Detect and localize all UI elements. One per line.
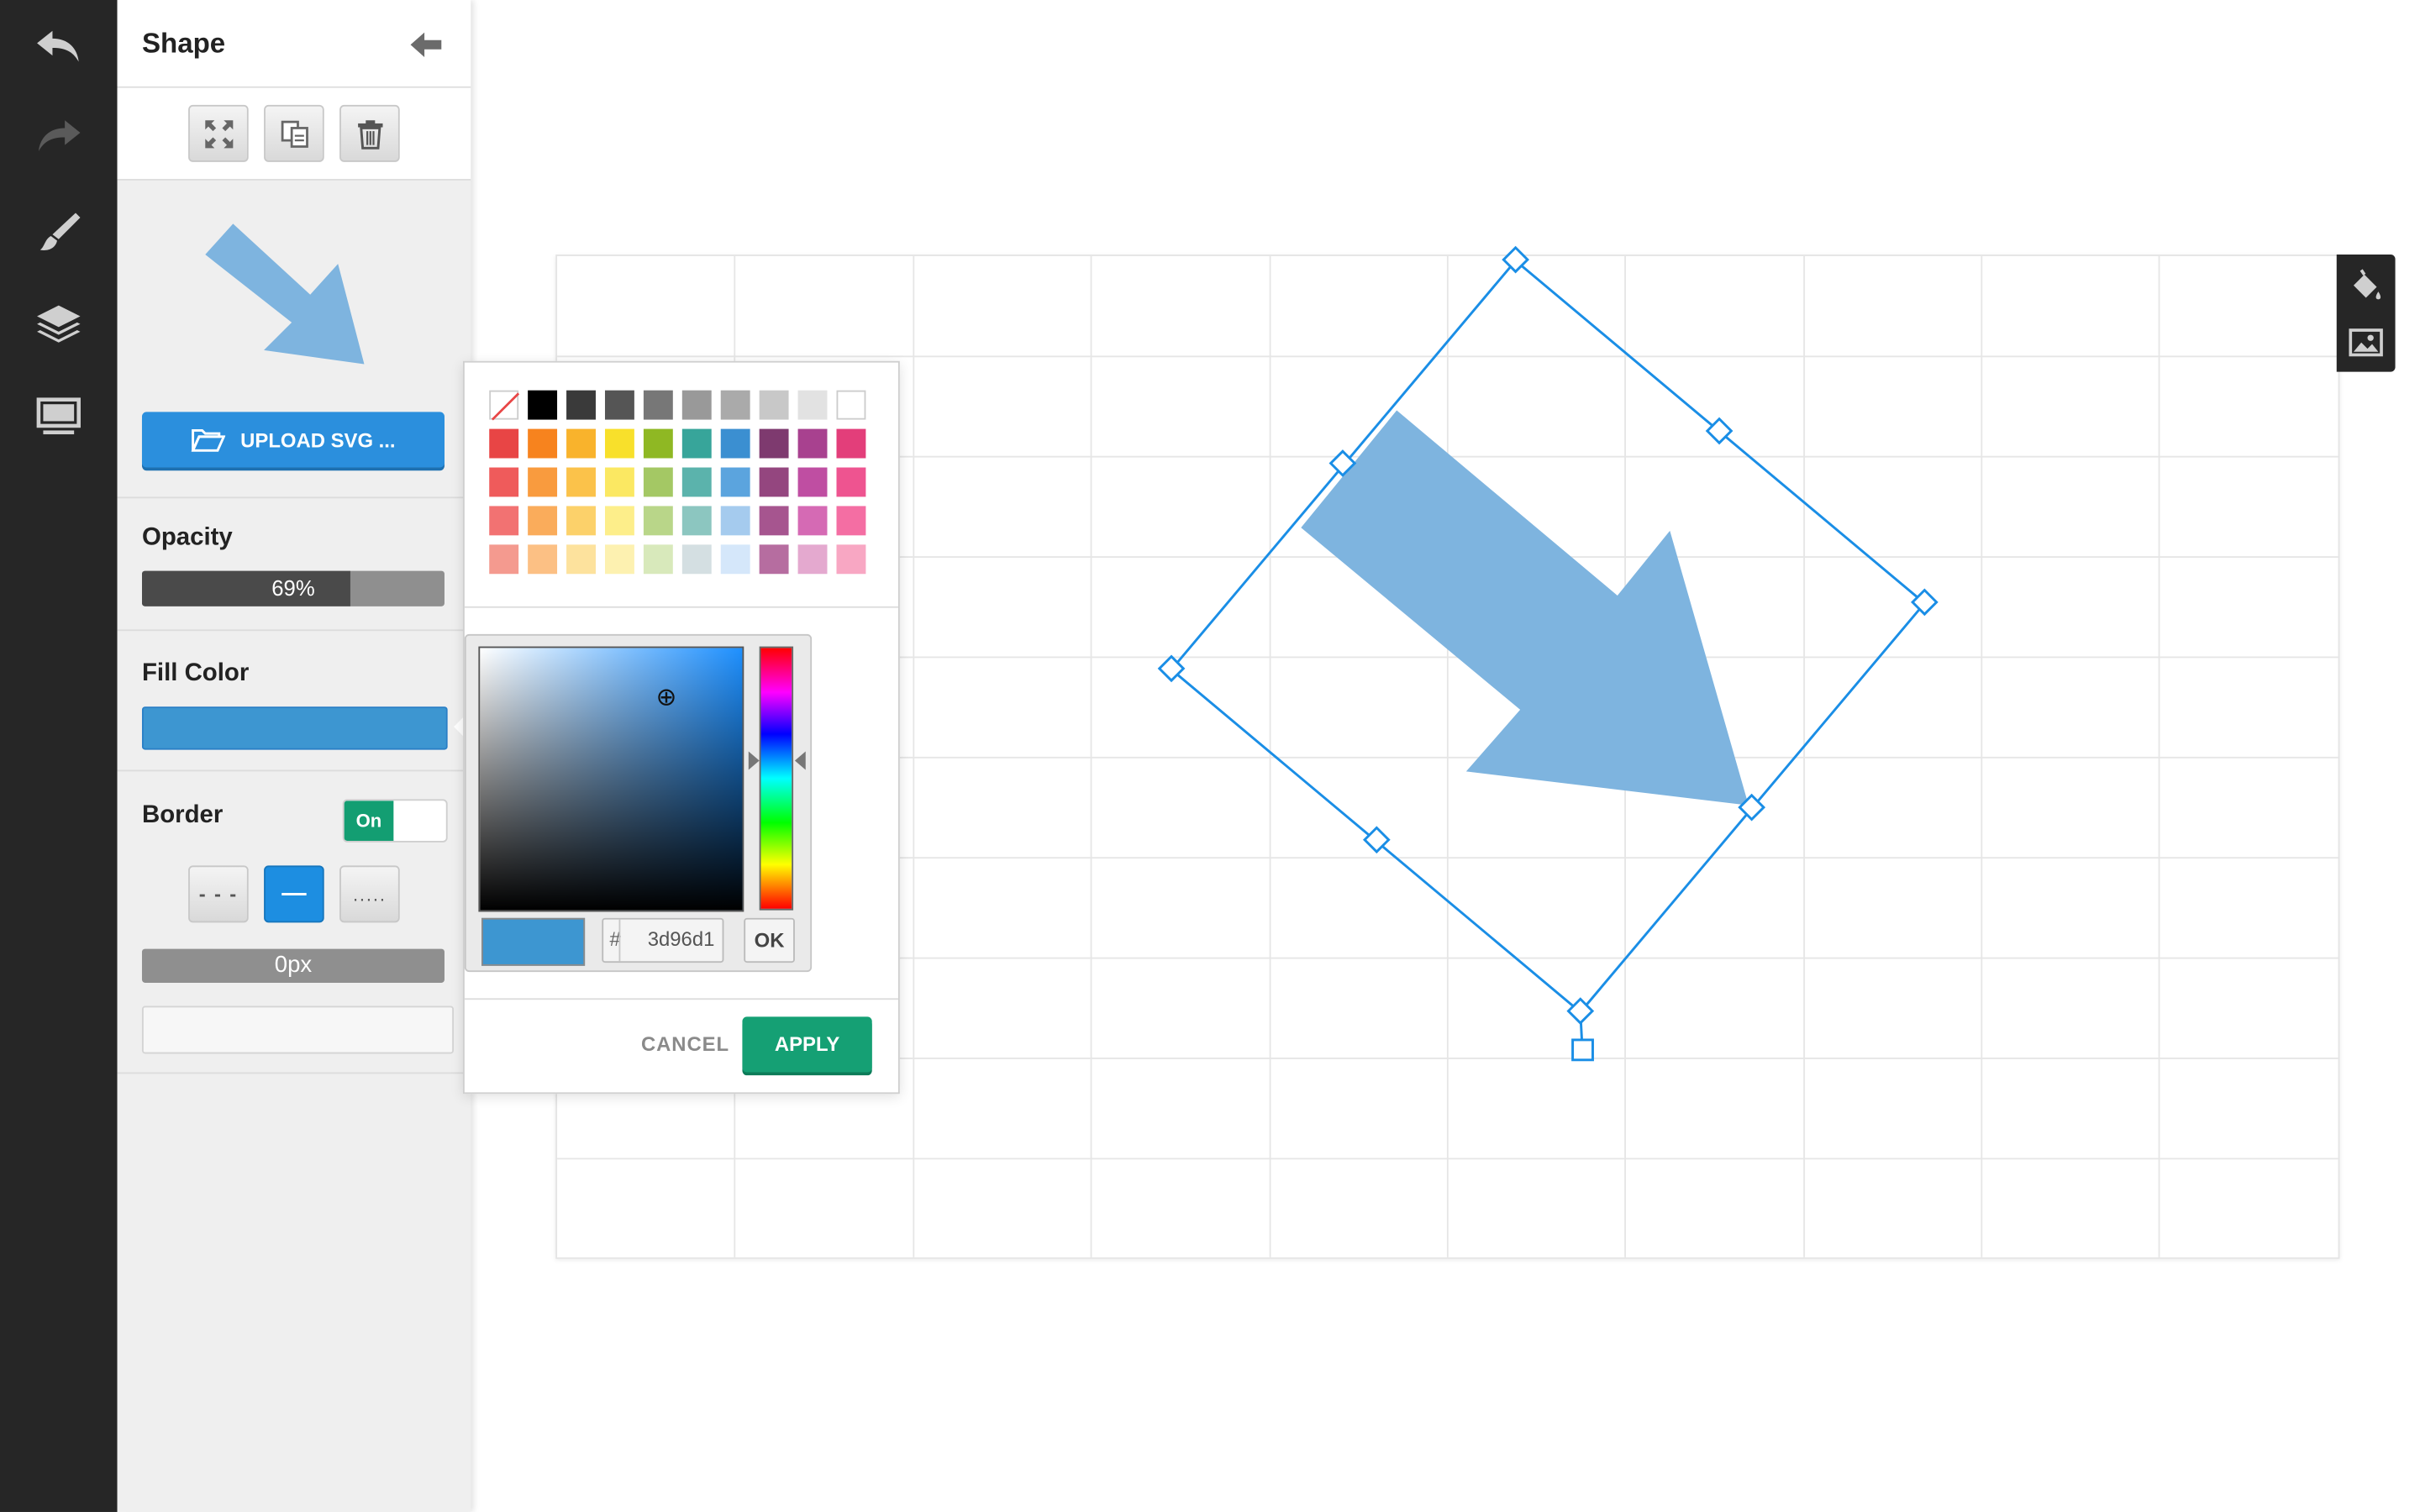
color-swatch[interactable]: [836, 428, 866, 459]
saturation-value-area[interactable]: ⊕: [478, 646, 744, 912]
divider: [464, 606, 898, 608]
hex-value: 3d96d1: [647, 927, 715, 951]
color-swatch[interactable]: [643, 428, 673, 459]
image-icon[interactable]: [2348, 326, 2385, 363]
color-swatch[interactable]: [604, 428, 634, 459]
color-swatch[interactable]: [797, 544, 828, 575]
color-swatch[interactable]: [720, 467, 750, 497]
color-swatch[interactable]: [643, 544, 673, 575]
color-swatch[interactable]: [604, 390, 634, 420]
color-swatch[interactable]: [681, 390, 712, 420]
ok-button[interactable]: OK: [744, 917, 795, 963]
color-swatch[interactable]: [720, 544, 750, 575]
color-swatch[interactable]: [836, 390, 866, 420]
color-swatch[interactable]: [759, 544, 789, 575]
paint-bucket-icon[interactable]: [2348, 267, 2385, 304]
color-swatch[interactable]: [797, 428, 828, 459]
color-swatch[interactable]: [566, 390, 596, 420]
color-swatch[interactable]: [797, 467, 828, 497]
color-swatch[interactable]: [604, 544, 634, 575]
color-preview: [481, 917, 586, 966]
hex-divider: [618, 919, 621, 962]
color-swatch[interactable]: [604, 506, 634, 536]
color-swatch[interactable]: [528, 428, 558, 459]
rotate-handle[interactable]: [1571, 1038, 1594, 1062]
crosshair-icon: ⊕: [655, 685, 677, 711]
canvas-objects: [1157, 245, 1939, 1062]
color-swatch[interactable]: [681, 544, 712, 575]
swatch-grid: [489, 390, 875, 584]
color-swatch[interactable]: [528, 390, 558, 420]
color-swatch[interactable]: [528, 544, 558, 575]
color-swatch[interactable]: [489, 467, 519, 497]
color-swatch[interactable]: [528, 467, 558, 497]
arrow-shape[interactable]: [1301, 410, 1749, 806]
color-swatch[interactable]: [759, 467, 789, 497]
color-swatch[interactable]: [528, 506, 558, 536]
color-swatch[interactable]: [759, 428, 789, 459]
resize-handle[interactable]: [1911, 588, 1939, 617]
color-swatch[interactable]: [720, 390, 750, 420]
color-swatch[interactable]: [643, 506, 673, 536]
apply-button[interactable]: APPLY: [742, 1016, 872, 1073]
color-swatch[interactable]: [797, 390, 828, 420]
color-swatch[interactable]: [836, 506, 866, 536]
swatch-none[interactable]: [489, 390, 520, 421]
side-tools: [2336, 255, 2396, 372]
hue-marker-left-icon: [748, 751, 760, 770]
color-swatch[interactable]: [643, 390, 673, 420]
color-swatch[interactable]: [759, 506, 789, 536]
divider: [464, 998, 898, 1000]
hue-marker-right-icon: [794, 751, 806, 770]
color-swatch[interactable]: [681, 467, 712, 497]
color-swatch[interactable]: [489, 544, 519, 575]
hex-input[interactable]: # 3d96d1: [602, 917, 724, 963]
color-picker-popup: ⊕ # 3d96d1 OK CANCEL APPLY: [463, 360, 900, 1095]
color-swatch[interactable]: [681, 428, 712, 459]
color-swatch[interactable]: [643, 467, 673, 497]
color-swatch[interactable]: [836, 544, 866, 575]
color-swatch[interactable]: [720, 428, 750, 459]
color-swatch[interactable]: [681, 506, 712, 536]
color-swatch[interactable]: [759, 390, 789, 420]
color-swatch[interactable]: [566, 467, 596, 497]
hue-slider[interactable]: [759, 646, 794, 911]
color-swatch[interactable]: [489, 506, 519, 536]
color-swatch[interactable]: [489, 428, 519, 459]
cancel-button[interactable]: CANCEL: [631, 1021, 739, 1068]
color-swatch[interactable]: [604, 467, 634, 497]
color-swatch[interactable]: [836, 467, 866, 497]
color-swatch[interactable]: [566, 428, 596, 459]
color-swatch[interactable]: [797, 506, 828, 536]
color-swatch[interactable]: [566, 544, 596, 575]
color-swatch[interactable]: [720, 506, 750, 536]
color-swatch[interactable]: [566, 506, 596, 536]
advanced-color-picker: ⊕ # 3d96d1 OK: [464, 633, 813, 973]
